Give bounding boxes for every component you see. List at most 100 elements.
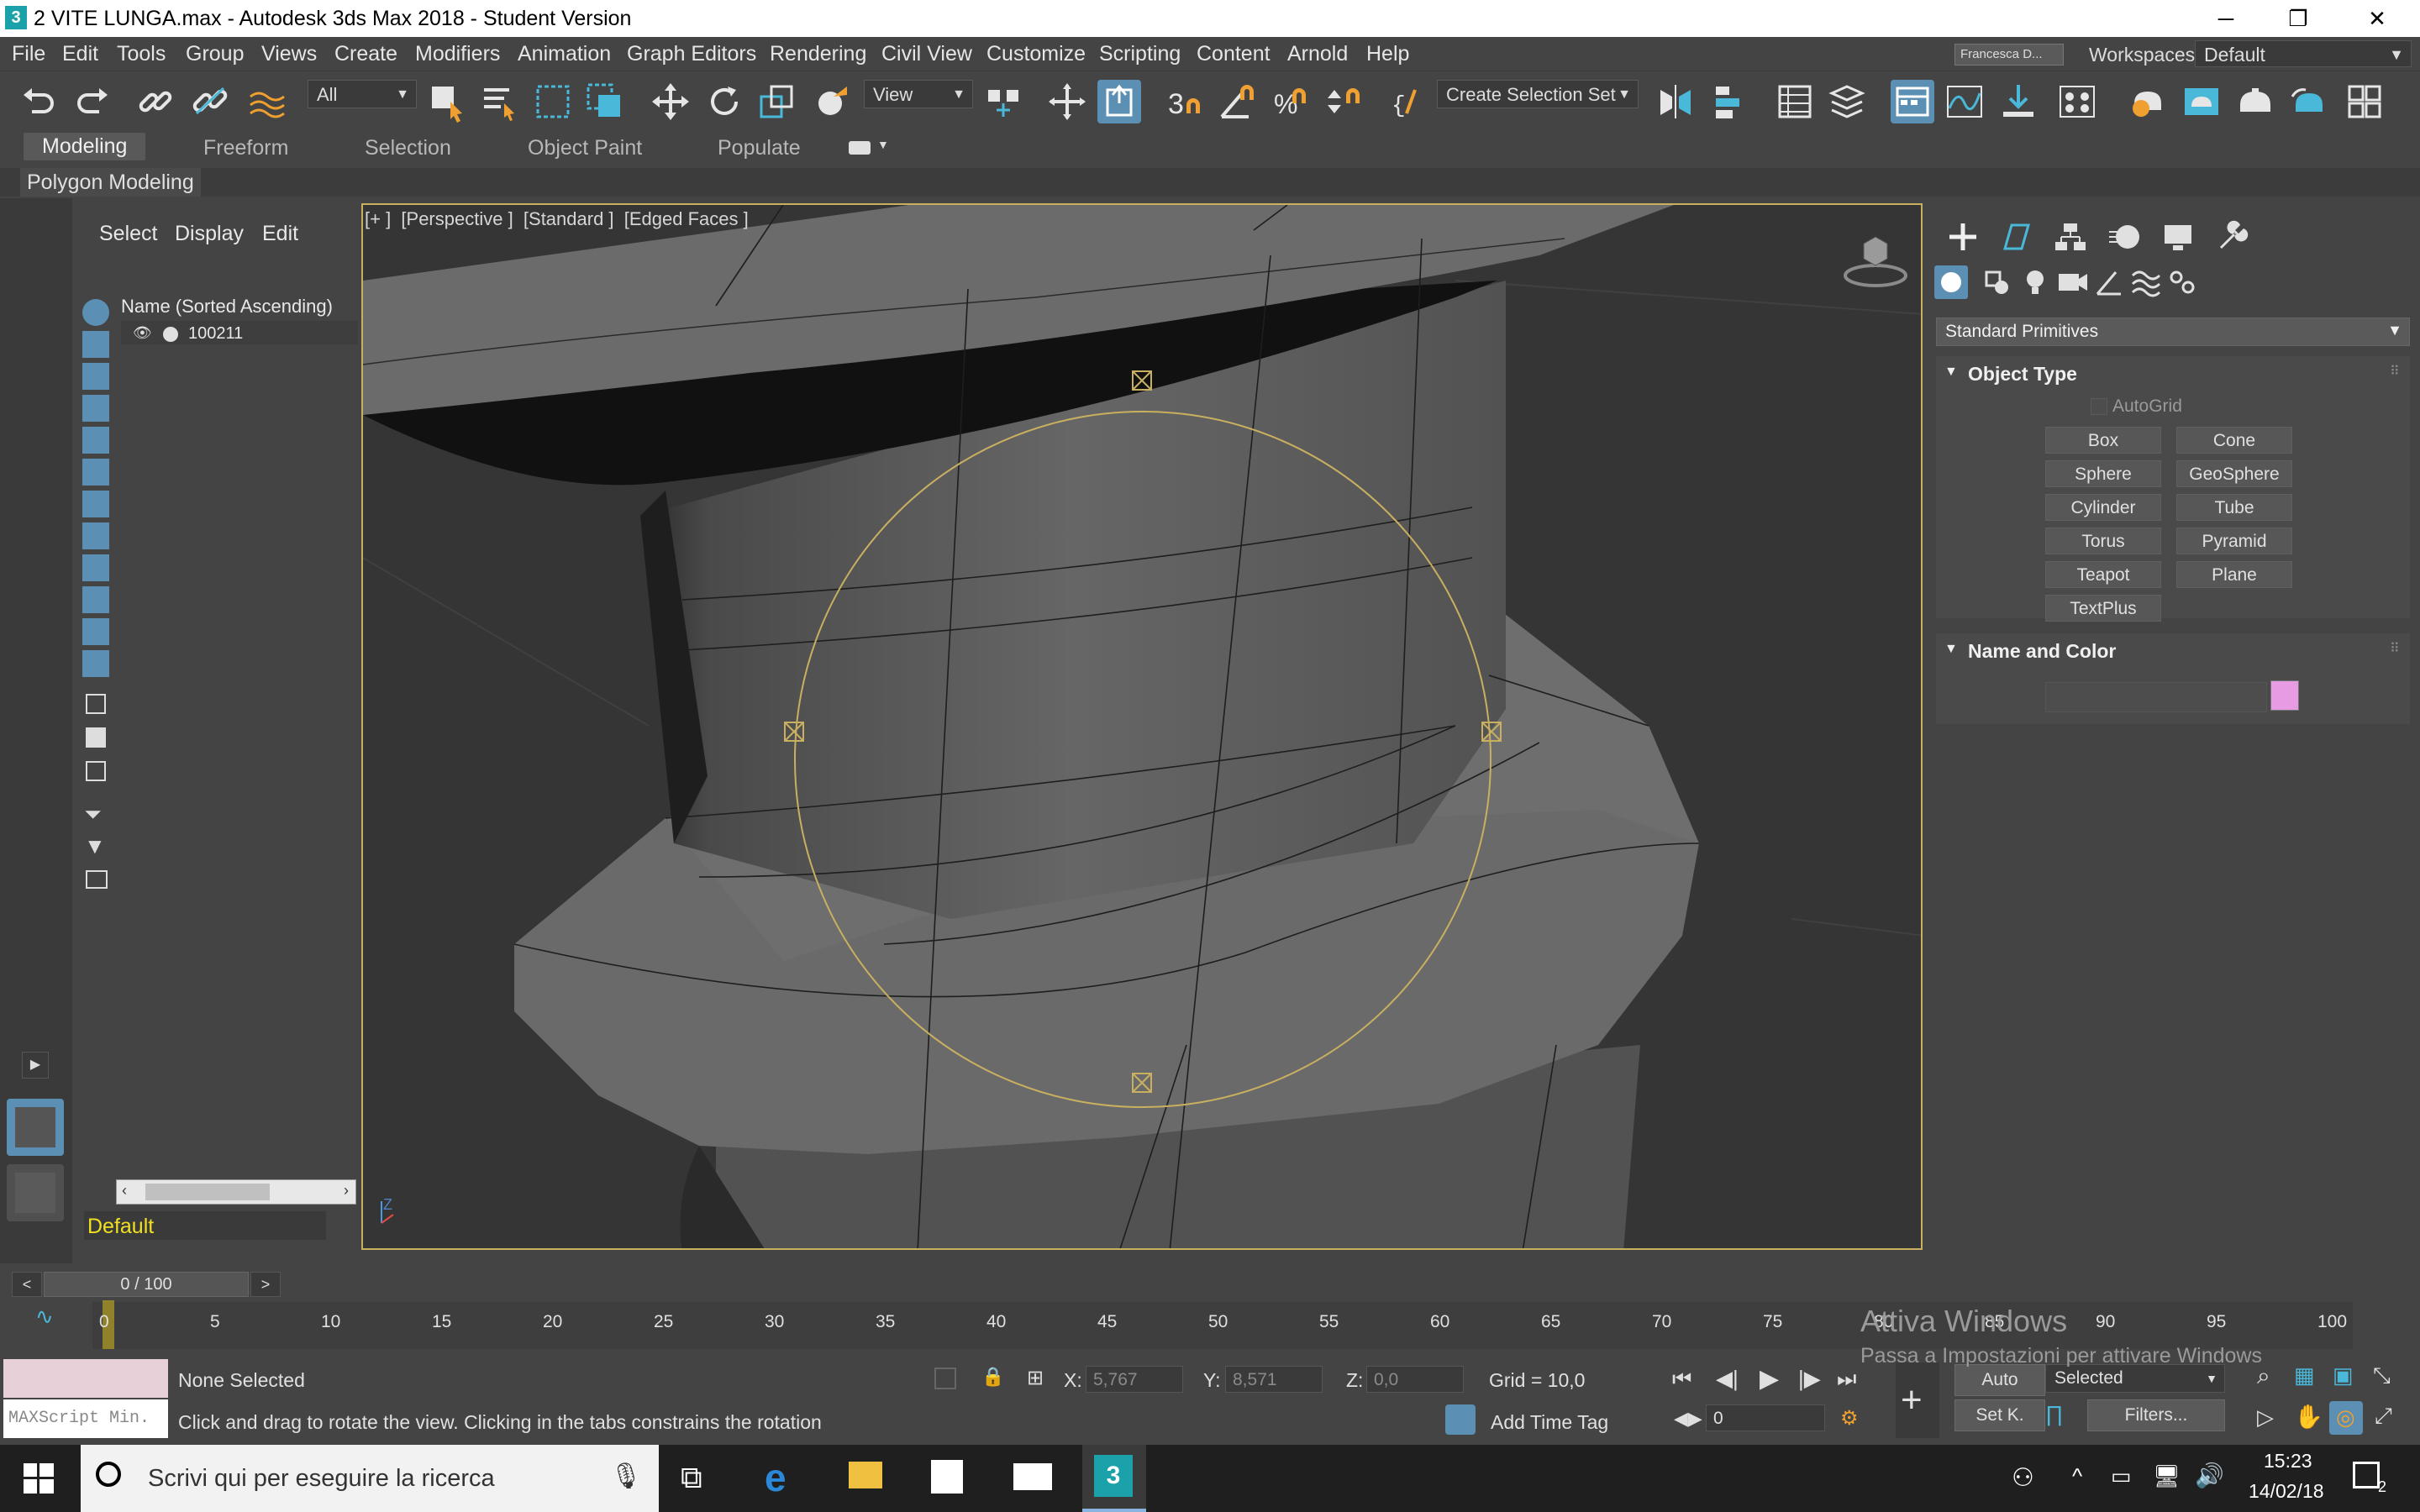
display-geometry-icon[interactable] — [82, 299, 109, 326]
plane-button[interactable]: Plane — [2176, 561, 2292, 588]
display-shapes-icon[interactable] — [82, 331, 109, 358]
display-cameras-icon[interactable] — [82, 395, 109, 422]
filter-funnel-icon[interactable]: ▼ — [84, 833, 106, 859]
start-icon[interactable] — [24, 1463, 54, 1494]
select-by-name-icon[interactable] — [477, 80, 521, 123]
polygon-modeling-panel[interactable]: Polygon Modeling — [20, 168, 201, 197]
display-frozen-icon[interactable] — [82, 618, 109, 645]
scene-object-name[interactable]: 100211 — [188, 324, 243, 344]
hierarchy-tab-icon[interactable] — [2052, 218, 2089, 255]
volume-icon[interactable]: 🔊 — [2195, 1462, 2224, 1489]
close-button[interactable]: ✕ — [2341, 2, 2413, 35]
viewport-scene[interactable] — [363, 205, 1923, 1250]
redo-icon[interactable] — [71, 80, 114, 123]
curve-editor-icon[interactable] — [1943, 80, 1986, 123]
pyramid-button[interactable]: Pyramid — [2176, 528, 2292, 554]
cylinder-button[interactable]: Cylinder — [2045, 494, 2161, 521]
scene-explorer-tab-edit[interactable]: Edit — [262, 222, 298, 246]
tab-object-paint[interactable]: Object Paint — [528, 136, 642, 160]
workspaces-dropdown[interactable]: Default ▼ — [2195, 40, 2412, 67]
sphere-button[interactable]: Sphere — [2045, 460, 2161, 487]
auto-key-button[interactable]: Auto — [1954, 1364, 2045, 1396]
render-production-icon[interactable] — [2233, 80, 2277, 123]
scene-explorer-tab-select[interactable]: Select — [99, 222, 157, 246]
cone-button[interactable]: Cone — [2176, 427, 2292, 454]
link-icon[interactable] — [134, 80, 178, 123]
shapes-category-icon[interactable] — [1978, 264, 2015, 301]
selection-filter-dropdown[interactable]: All ▼ — [308, 80, 417, 108]
rollout-grip-icon[interactable]: ⠿ — [2390, 640, 2400, 657]
create-selection-set-dropdown[interactable]: Create Selection Set ▼ — [1437, 80, 1639, 108]
display-tab-icon[interactable] — [2160, 218, 2196, 255]
display-hidden-icon[interactable] — [82, 650, 109, 677]
mirror-icon[interactable] — [1654, 80, 1697, 123]
geosphere-button[interactable]: GeoSphere — [2176, 460, 2292, 487]
time-slider-next-icon[interactable]: > — [250, 1272, 281, 1297]
ribbon-options-arrow-icon[interactable]: ▼ — [877, 138, 889, 151]
time-tag-icon[interactable] — [1445, 1404, 1476, 1435]
network-icon[interactable]: 🖥 — [2153, 1463, 2181, 1489]
time-slider[interactable]: 0 / 100 — [44, 1272, 249, 1297]
select-manipulate-icon[interactable] — [1045, 80, 1089, 123]
space-warps-category-icon[interactable] — [2128, 264, 2165, 301]
viewport-layout-tab-2[interactable] — [7, 1164, 64, 1221]
keyboard-shortcut-override-icon[interactable] — [1097, 80, 1141, 123]
play-icon[interactable]: ▶ — [1760, 1364, 1779, 1394]
layer-explorer-icon[interactable] — [1825, 80, 1869, 123]
expand-viewport-layout-icon[interactable]: ▶ — [22, 1052, 49, 1079]
named-selection-sets-icon[interactable]: { — [1388, 80, 1432, 123]
clock-time[interactable]: 15:23 — [2264, 1450, 2312, 1473]
filter-icon[interactable]: ⏷ — [84, 801, 102, 828]
lights-category-icon[interactable] — [2017, 264, 2054, 301]
selection-lock-icon[interactable]: 🔒 — [981, 1366, 1004, 1388]
z-coordinate-field[interactable]: 0,0 — [1366, 1366, 1464, 1393]
scale-icon[interactable] — [755, 80, 798, 123]
helpers-category-icon[interactable] — [2091, 264, 2128, 301]
x-coordinate-field[interactable]: 5,767 — [1086, 1366, 1183, 1393]
tab-freeform[interactable]: Freeform — [203, 136, 288, 160]
rollout-collapse-icon[interactable]: ▼ — [1944, 642, 1958, 657]
snaps-toggle-icon[interactable]: 3 — [1163, 80, 1207, 123]
cameras-category-icon[interactable] — [2054, 264, 2091, 301]
schematic-view-icon[interactable] — [1996, 80, 2040, 123]
go-to-start-icon[interactable]: ⏮ — [1672, 1366, 1691, 1393]
layer-selector[interactable]: Default — [84, 1211, 326, 1240]
angle-snap-icon[interactable] — [1215, 80, 1259, 123]
autogrid-checkbox[interactable] — [2091, 398, 2107, 415]
go-to-end-icon[interactable]: ⏭ — [1837, 1366, 1856, 1393]
display-none-icon[interactable] — [86, 727, 106, 748]
notification-center-icon[interactable] — [2353, 1462, 2380, 1488]
ribbon-toggle-icon[interactable] — [1891, 80, 1934, 123]
scene-explorer-column-header[interactable]: Name (Sorted Ascending) — [121, 296, 333, 318]
teapot-button[interactable]: Teapot — [2045, 561, 2161, 588]
set-key-button[interactable]: Set K. — [1954, 1399, 2045, 1431]
scene-explorer-icon[interactable] — [1773, 80, 1817, 123]
time-slider-prev-icon[interactable]: < — [12, 1272, 42, 1297]
horizontal-scrollbar[interactable]: ‹ › — [116, 1179, 356, 1205]
absolute-mode-icon[interactable]: ⊞ — [1027, 1366, 1044, 1390]
eye-icon[interactable]: 👁 — [133, 324, 152, 342]
display-all-icon[interactable] — [86, 694, 106, 714]
render-setup-icon[interactable] — [2126, 80, 2170, 123]
rectangular-selection-icon[interactable] — [531, 80, 575, 123]
field-of-view-icon[interactable]: ▷ — [2257, 1404, 2274, 1431]
current-frame-field[interactable]: 0 — [1706, 1404, 1825, 1431]
geometry-category-icon[interactable] — [1934, 265, 1968, 299]
menu-civil-view[interactable]: Civil View — [881, 42, 972, 66]
reference-coordinate-dropdown[interactable]: View ▼ — [864, 80, 973, 108]
file-explorer-icon[interactable] — [849, 1462, 882, 1488]
tab-modeling[interactable]: Modeling — [24, 133, 146, 160]
y-coordinate-field[interactable]: 8,571 — [1225, 1366, 1323, 1393]
time-configuration-icon[interactable]: ⚙ — [1840, 1406, 1859, 1431]
scrollbar-thumb[interactable] — [145, 1184, 270, 1200]
placement-icon[interactable] — [810, 80, 854, 123]
zoom-extents-all-icon[interactable]: ⤡ — [2373, 1362, 2391, 1389]
display-helpers-icon[interactable] — [82, 427, 109, 454]
ribbon-options-icon[interactable] — [849, 141, 871, 155]
clock-date[interactable]: 14/02/18 — [2249, 1480, 2324, 1503]
menu-customize[interactable]: Customize — [986, 42, 1086, 66]
display-lights-icon[interactable] — [82, 363, 109, 390]
display-bones-icon[interactable] — [82, 554, 109, 581]
3dsmax-taskbar-button[interactable]: 3 — [1082, 1445, 1146, 1512]
rotate-icon[interactable] — [702, 80, 746, 123]
